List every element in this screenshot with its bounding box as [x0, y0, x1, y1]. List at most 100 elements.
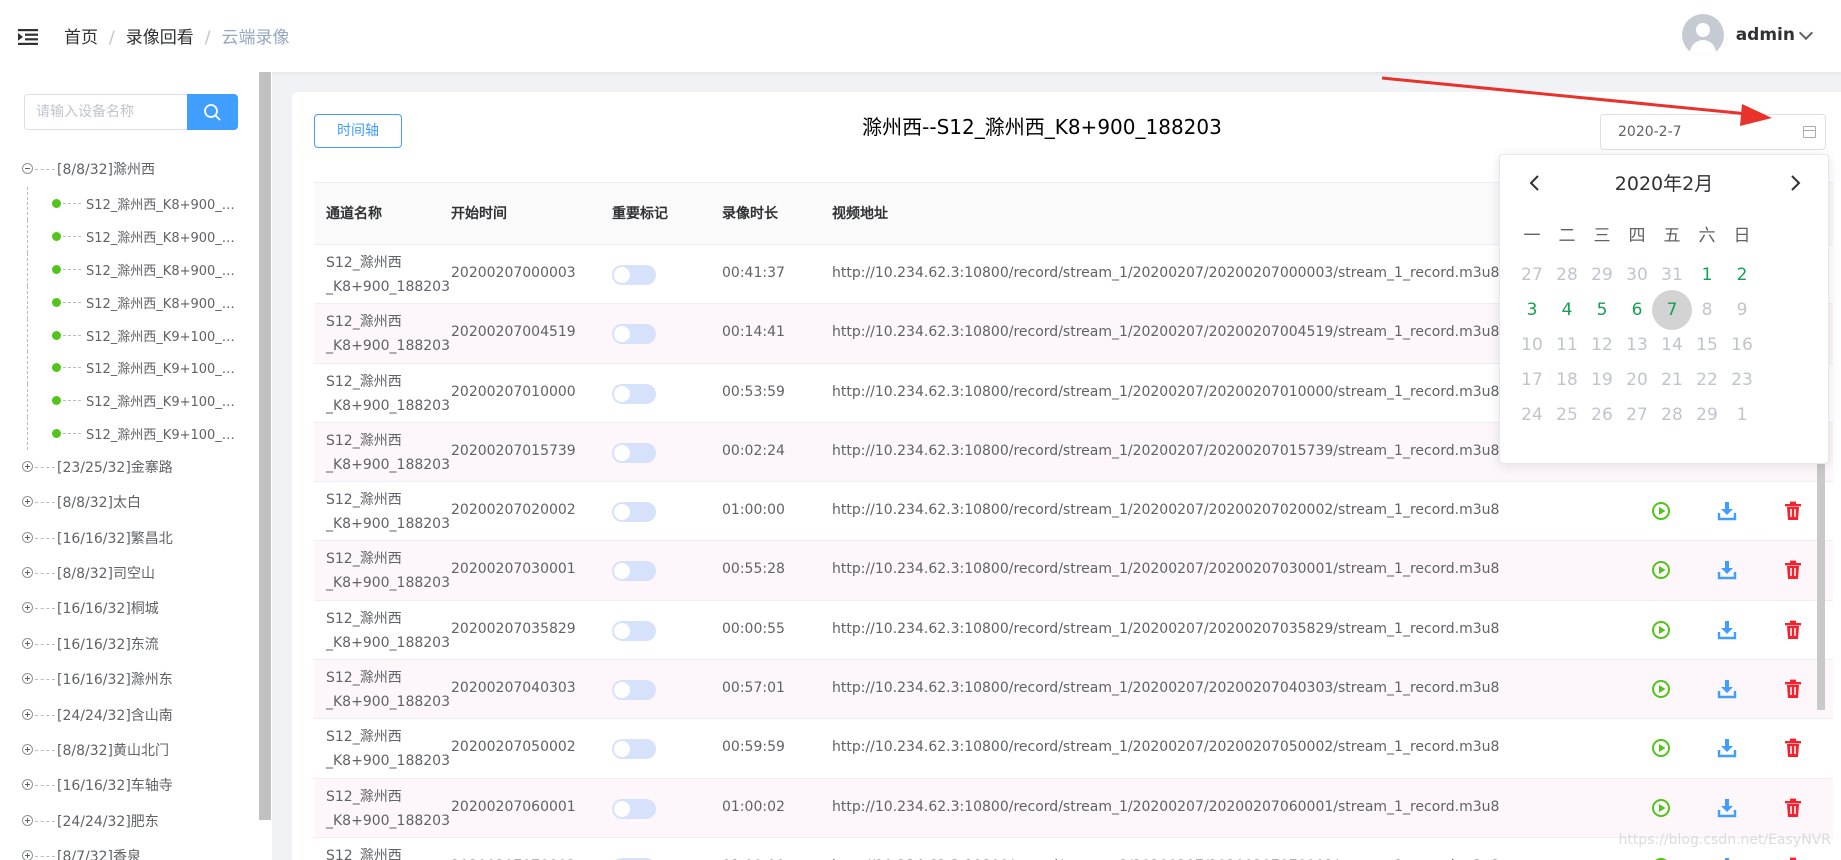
chevron-down-icon[interactable]	[1798, 25, 1814, 40]
calendar-day[interactable]: 2	[1722, 255, 1762, 295]
expand-icon[interactable]	[22, 637, 33, 649]
calendar-day[interactable]: 21	[1652, 360, 1692, 400]
expand-icon[interactable]	[22, 566, 33, 578]
expand-icon[interactable]	[22, 850, 33, 860]
important-flag-toggle[interactable]	[612, 798, 656, 819]
play-icon[interactable]	[1651, 798, 1671, 818]
calendar-day[interactable]: 27	[1617, 395, 1657, 435]
breadcrumb-home[interactable]: 首页	[64, 28, 98, 48]
download-icon[interactable]	[1717, 620, 1737, 640]
important-flag-toggle[interactable]	[612, 324, 656, 345]
calendar-day[interactable]: 24	[1512, 395, 1552, 435]
avatar[interactable]	[1681, 14, 1724, 56]
calendar-day[interactable]: 3	[1512, 290, 1552, 330]
expand-icon[interactable]	[22, 779, 33, 791]
calendar-day[interactable]: 17	[1512, 360, 1552, 400]
calendar-day[interactable]: 29	[1687, 395, 1727, 435]
table-row[interactable]: S12_滁州西_K8+900_188203 20200207050002 00:59…	[314, 719, 1833, 779]
calendar-day[interactable]: 19	[1582, 360, 1622, 400]
calendar-day[interactable]: 28	[1547, 255, 1587, 295]
tree-node[interactable]: [16/16/32]车轴寺	[0, 768, 258, 803]
download-icon[interactable]	[1717, 501, 1737, 521]
important-flag-toggle[interactable]	[612, 383, 656, 404]
calendar-day[interactable]: 28	[1652, 395, 1692, 435]
date-picker-input[interactable]: 2020-2-7	[1600, 114, 1826, 150]
expand-icon[interactable]	[22, 708, 33, 720]
tree-channel-item[interactable]: S12_滁州西_K9+100_188209	[0, 384, 258, 418]
collapse-icon[interactable]	[22, 163, 33, 174]
tree-channel-item[interactable]: S12_滁州西_K9+100_188210	[0, 416, 258, 450]
timeline-button[interactable]: 时间轴	[314, 114, 402, 148]
table-scrollbar[interactable]	[1817, 452, 1825, 710]
search-button[interactable]	[187, 94, 238, 130]
expand-icon[interactable]	[22, 743, 33, 755]
tree-node[interactable]: [16/16/32]桐城	[0, 591, 258, 626]
delete-icon[interactable]	[1783, 501, 1803, 521]
menu-fold-icon[interactable]	[18, 29, 38, 45]
tree-channel-item[interactable]: S12_滁州西_K9+100_188207	[0, 318, 258, 352]
play-icon[interactable]	[1651, 679, 1671, 699]
important-flag-toggle[interactable]	[612, 265, 656, 285]
play-icon[interactable]	[1651, 738, 1671, 758]
important-flag-toggle[interactable]	[612, 739, 656, 760]
user-menu[interactable]: admin	[1681, 14, 1814, 56]
calendar-day[interactable]: 18	[1547, 360, 1587, 400]
download-icon[interactable]	[1717, 738, 1737, 758]
tree-node[interactable]: [23/25/32]金寨路	[0, 450, 258, 485]
important-flag-toggle[interactable]	[612, 680, 656, 701]
table-row[interactable]: S12_滁州西_K8+900_188203 20200207030001 00:55…	[314, 541, 1833, 601]
tree-channel-item[interactable]: S12_滁州西_K8+900_188205	[0, 252, 258, 286]
username[interactable]: admin	[1736, 25, 1795, 45]
calendar-day[interactable]: 8	[1687, 290, 1727, 330]
tree-node[interactable]: [8/8/32]黄山北门	[0, 733, 258, 768]
calendar-day[interactable]: 22	[1687, 360, 1727, 400]
calendar-day[interactable]: 11	[1547, 325, 1587, 365]
tree-node[interactable]: [8/7/32]香泉	[0, 839, 258, 860]
tree-channel-item[interactable]: S12_滁州西_K8+900_188203	[0, 187, 258, 221]
calendar-day[interactable]: 20	[1617, 360, 1657, 400]
sidebar-scrollbar[interactable]	[259, 72, 271, 820]
calendar-day[interactable]: 15	[1687, 325, 1727, 365]
download-icon[interactable]	[1717, 798, 1737, 818]
expand-icon[interactable]	[22, 531, 33, 543]
calendar-day[interactable]: 16	[1722, 325, 1762, 365]
table-row[interactable]: S12_滁州西_K8+900_188203 20200207035829 00:00…	[314, 601, 1833, 661]
delete-icon[interactable]	[1783, 560, 1803, 580]
calendar-day[interactable]: 30	[1617, 255, 1657, 295]
calendar-day[interactable]: 6	[1617, 290, 1657, 330]
tree-node[interactable]: [24/24/32]含山南	[0, 698, 258, 733]
expand-icon[interactable]	[22, 602, 33, 614]
calendar-day[interactable]: 4	[1547, 290, 1587, 330]
tree-channel-item[interactable]: S12_滁州西_K8+900_188206	[0, 285, 258, 319]
play-icon[interactable]	[1651, 560, 1671, 580]
delete-icon[interactable]	[1783, 679, 1803, 699]
table-row[interactable]: S12_滁州西_K8+900_1882032020020707000201:00…	[314, 838, 1833, 860]
expand-icon[interactable]	[22, 496, 33, 508]
device-search-input[interactable]	[24, 94, 188, 130]
play-icon[interactable]	[1651, 501, 1671, 521]
important-flag-toggle[interactable]	[612, 442, 656, 463]
important-flag-toggle[interactable]	[612, 561, 656, 582]
calendar-day[interactable]: 1	[1722, 395, 1762, 435]
expand-icon[interactable]	[22, 460, 33, 472]
calendar-day[interactable]: 14	[1652, 325, 1692, 365]
delete-icon[interactable]	[1783, 738, 1803, 758]
calendar-day[interactable]: 1	[1687, 255, 1727, 295]
calendar-day[interactable]: 9	[1722, 290, 1762, 330]
tree-node[interactable]: [8/8/32]司空山	[0, 556, 258, 591]
breadcrumb-playback[interactable]: 录像回看	[126, 28, 194, 48]
tree-node[interactable]: [8/8/32]太白	[0, 485, 258, 520]
tree-node[interactable]: [16/16/32]东流	[0, 627, 258, 662]
calendar-day[interactable]: 27	[1512, 255, 1552, 295]
tree-node-expanded[interactable]: [8/8/32]滁州西	[0, 152, 258, 187]
download-icon[interactable]	[1717, 679, 1737, 699]
tree-node[interactable]: [16/16/32]滁州东	[0, 662, 258, 697]
calendar-day[interactable]: 7	[1652, 290, 1692, 330]
calendar-day[interactable]: 31	[1652, 255, 1692, 295]
play-icon[interactable]	[1651, 620, 1671, 640]
calendar-day[interactable]: 10	[1512, 325, 1552, 365]
next-month-icon[interactable]	[1784, 172, 1806, 194]
calendar-day[interactable]: 23	[1722, 360, 1762, 400]
calendar-day[interactable]: 26	[1582, 395, 1622, 435]
tree-node[interactable]: [16/16/32]繁昌北	[0, 521, 258, 556]
